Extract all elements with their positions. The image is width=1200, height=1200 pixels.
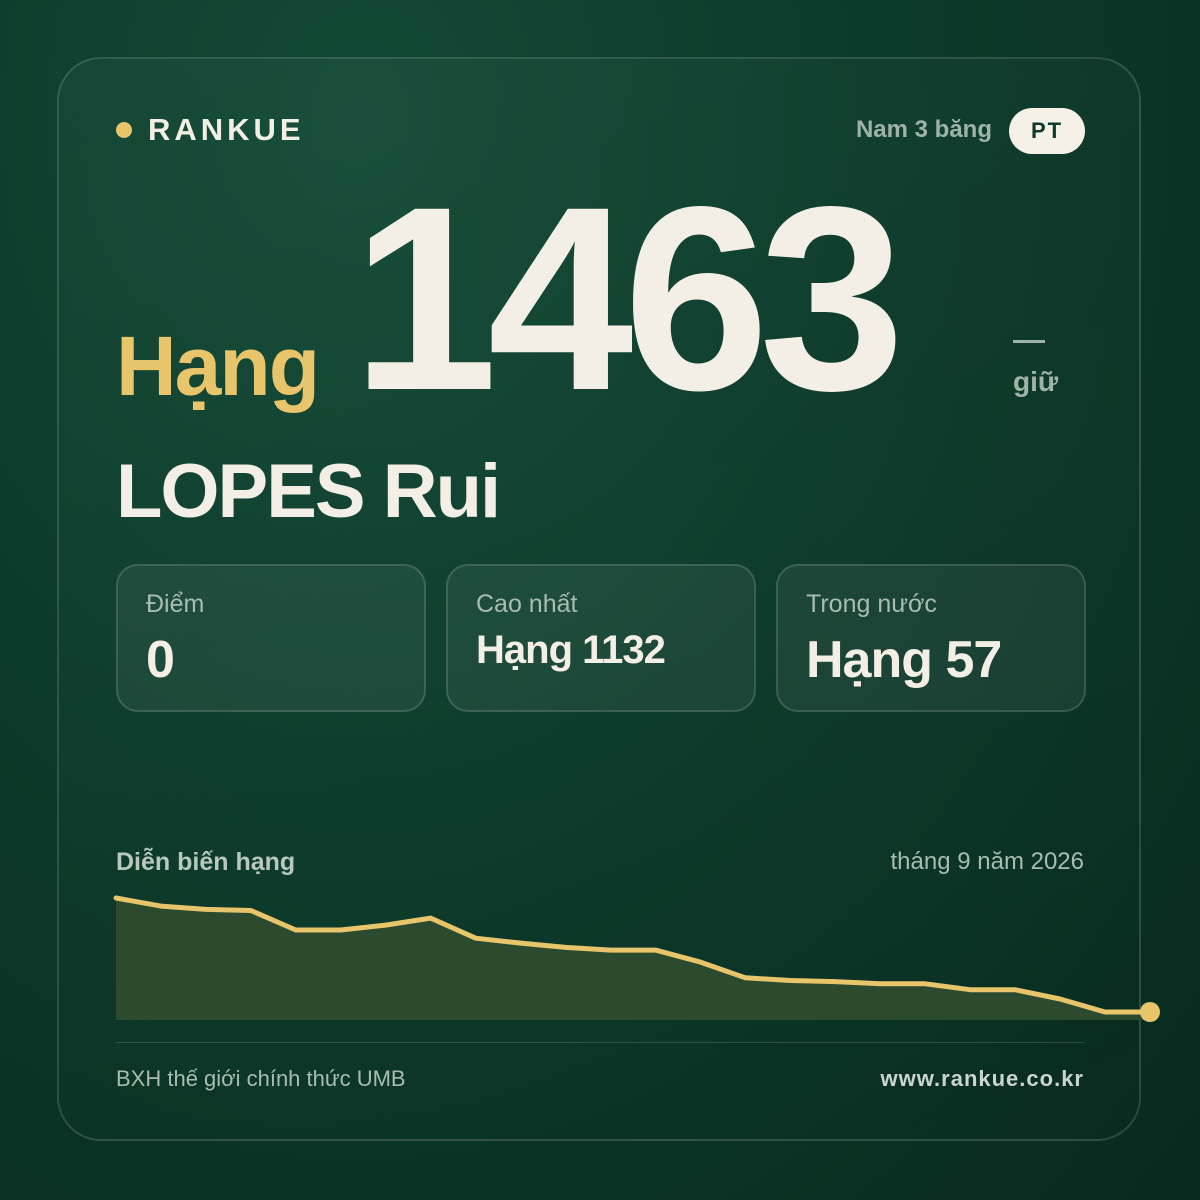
footer-divider xyxy=(116,1042,1085,1043)
footer-source: BXH thế giới chính thức UMB xyxy=(116,1066,406,1091)
chart-area-fill xyxy=(116,898,1150,1020)
rank-trend-chart xyxy=(113,895,1160,1022)
chart-end-point xyxy=(1140,1002,1160,1022)
footer-url[interactable]: www.rankue.co.kr xyxy=(881,1066,1084,1092)
